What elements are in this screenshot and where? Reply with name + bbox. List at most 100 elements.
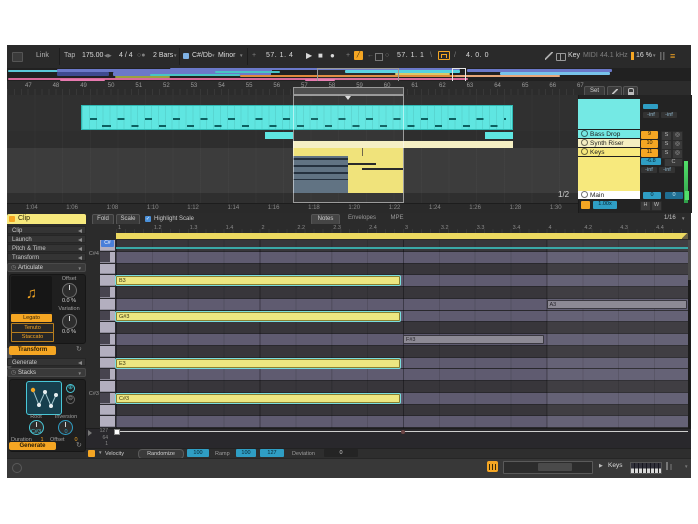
track-header-keys-fill[interactable] (578, 157, 640, 191)
midi-note-F#3[interactable]: F#3 (403, 335, 544, 344)
nudge-icons[interactable]: ◀▶ (104, 51, 112, 61)
generate-apply-button[interactable]: Generate (9, 442, 56, 450)
loop-end-marker[interactable] (682, 233, 688, 239)
computer-midi-keyboard-icon[interactable] (556, 53, 566, 61)
clip-bass-drop-short-1[interactable] (265, 132, 293, 140)
stacks-pattern[interactable] (26, 381, 62, 415)
deviation-value[interactable]: 0 (324, 449, 358, 457)
piano-key-D3[interactable] (100, 381, 115, 392)
offset-value[interactable]: 0.0 % (56, 298, 82, 304)
keys-volume[interactable]: -6.8 (641, 158, 661, 165)
inversion-value[interactable]: 0 (50, 429, 82, 435)
keys-pan[interactable]: C (664, 158, 683, 167)
root-value[interactable]: C#3 (24, 429, 48, 435)
midi-scrollbar[interactable] (688, 240, 691, 428)
stack-remove-icon[interactable]: ⊖ (66, 395, 75, 404)
fold-root-badge[interactable]: C# (101, 240, 114, 247)
main-volume[interactable]: 0 (643, 192, 661, 199)
keys-send-b[interactable]: -inf (659, 167, 675, 173)
clip-tab[interactable]: Clip (7, 214, 86, 224)
editor-h-scrollbar[interactable] (503, 461, 593, 474)
play-button[interactable]: ▶ (306, 51, 312, 61)
ramp-end-value[interactable]: 127 (260, 449, 284, 457)
mini-keyboard[interactable] (630, 462, 662, 474)
punch-icon[interactable] (375, 53, 383, 61)
draw-mode-icon[interactable]: ╱ (354, 51, 363, 60)
piano-key-B3[interactable] (100, 275, 115, 286)
piano-key-B2[interactable] (100, 416, 115, 427)
loop-length-value[interactable]: 4. 0. 0 (466, 51, 489, 61)
generate-preset-menu[interactable]: ◷Stacks▼ (7, 368, 86, 377)
track-number-synth-riser[interactable]: 10 (641, 140, 658, 148)
time-selection[interactable] (293, 95, 404, 203)
send-b-top[interactable]: -inf (661, 112, 677, 118)
tab-envelopes[interactable]: Envelopes (342, 214, 382, 223)
track-header-bass-drop[interactable]: Bass Drop (578, 130, 640, 139)
transform-preset-menu[interactable]: ◷Articulate▼ (7, 263, 86, 272)
tempo-value[interactable]: 175.00 (82, 51, 103, 61)
clip-bass-drop-short-2[interactable] (485, 132, 513, 140)
follow-zoom-icon[interactable] (581, 201, 590, 209)
scale-icon[interactable] (183, 53, 189, 59)
overdub-button[interactable]: + (346, 51, 350, 61)
arrangement-loop-brace[interactable] (293, 87, 404, 95)
midi-indicator[interactable]: MIDI (583, 51, 598, 61)
loop-toggle-icon[interactable]: ○ (385, 51, 389, 61)
track-header-main[interactable]: Main (578, 191, 640, 200)
track-header-synth-riser[interactable]: Synth Riser (578, 139, 640, 148)
tab-mpe[interactable]: MPE (386, 214, 408, 223)
tap-button[interactable]: Tap (64, 51, 75, 61)
chevron-down-icon[interactable]: ▼ (98, 450, 102, 455)
piano-key-C3[interactable] (100, 405, 115, 416)
refresh-icon[interactable]: ↻ (76, 442, 82, 450)
overview-viewport[interactable] (317, 68, 399, 82)
piano-key-C4[interactable] (100, 264, 115, 275)
record-button[interactable]: ● (330, 51, 335, 61)
variation-value[interactable]: 0.0 % (56, 329, 82, 335)
variation-knob[interactable] (62, 314, 77, 329)
highlight-scale-checkbox[interactable]: ✓ (145, 216, 151, 222)
follow-button[interactable]: + (252, 51, 256, 61)
midi-note-G#3[interactable]: G#3 (116, 312, 400, 321)
time-signature[interactable]: 4 / 4 (119, 51, 133, 61)
key-map-button[interactable]: Key (568, 51, 580, 61)
midi-note-B3[interactable]: B3 (116, 276, 400, 285)
midi-note-E3[interactable]: E3 (116, 359, 400, 368)
section-clip[interactable]: Clip (7, 226, 86, 234)
play-icon[interactable]: ▶ (599, 463, 603, 469)
stack-add-icon[interactable]: ⊕ (66, 384, 75, 393)
piano-key-G3[interactable] (100, 322, 115, 333)
hamburger-menu-icon[interactable]: ≡ (670, 51, 675, 61)
width-button[interactable]: W (651, 201, 662, 211)
options-icon[interactable] (12, 52, 23, 62)
clip-loop-bar[interactable] (116, 233, 688, 239)
piano-key-A3[interactable] (100, 299, 115, 310)
piano-key-C#3[interactable] (100, 393, 115, 404)
loop-brace-icon[interactable] (438, 51, 450, 60)
insert-marker[interactable] (345, 96, 351, 100)
top-track-value[interactable] (643, 104, 658, 109)
track-header-keys[interactable]: Keys (578, 148, 640, 157)
midi-note-A3[interactable]: A3 (547, 300, 688, 309)
transform-apply-button[interactable]: Transform (9, 346, 56, 355)
track-number-bass-drop[interactable]: 9 (641, 131, 658, 139)
stop-button[interactable]: ■ (318, 51, 323, 61)
overview-viewport-marker[interactable] (452, 68, 466, 82)
zoom-level[interactable]: 1.00x (593, 201, 617, 209)
scale-root-menu[interactable]: C#/Db (192, 51, 212, 61)
lane-expand-icon[interactable] (88, 430, 92, 436)
send-a-top[interactable]: -inf (643, 112, 659, 118)
piano-key-F3[interactable] (100, 346, 115, 357)
piano-key-C#4[interactable] (100, 252, 115, 263)
track-header-top-fill[interactable] (578, 99, 640, 130)
legato-button[interactable]: Legato (11, 314, 52, 322)
section-pitch-time[interactable]: Pitch & Time (7, 244, 86, 252)
randomize-amount[interactable]: 100 (187, 449, 209, 457)
keys-send-a[interactable]: -inf (641, 167, 657, 173)
solo-button[interactable]: S (661, 149, 672, 159)
metronome-icon[interactable]: ○● (137, 51, 145, 61)
ramp-start-value[interactable]: 100 (236, 449, 256, 457)
piano-key-F#3[interactable] (100, 334, 115, 345)
link-button[interactable]: Link (36, 51, 49, 61)
section-generate[interactable]: Generate (7, 358, 86, 366)
